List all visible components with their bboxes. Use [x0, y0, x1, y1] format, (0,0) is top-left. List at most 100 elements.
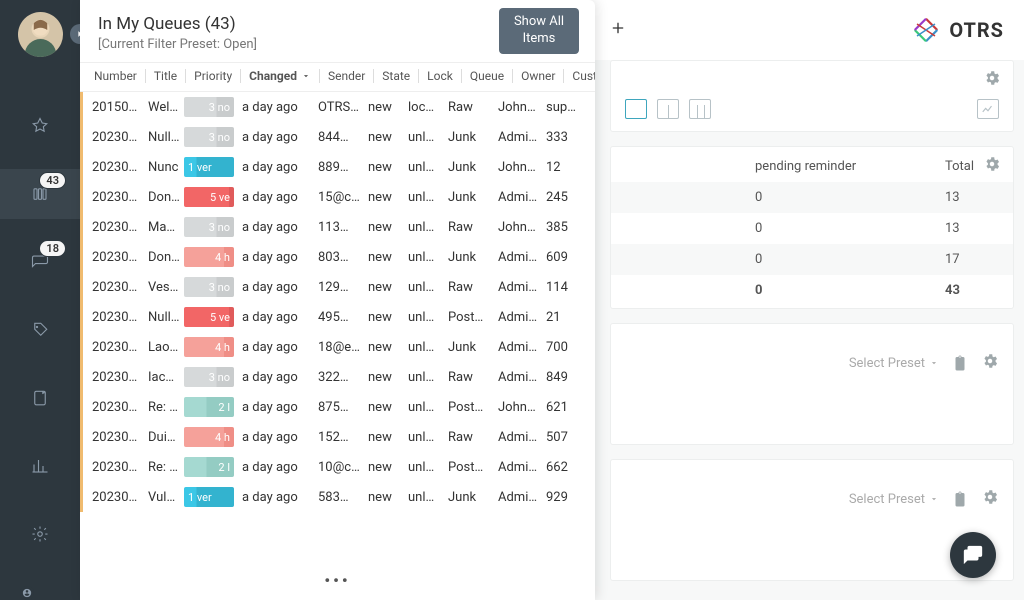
cell-changed: a day ago	[238, 430, 314, 445]
ticket-row[interactable]: 20230… Nullar 5 ve a day ago 495@exa new…	[80, 302, 595, 332]
cell-owner: Admin O	[494, 490, 542, 505]
cell-title: Donec	[144, 250, 184, 265]
cell-title: Duis a	[144, 430, 184, 445]
ticket-row[interactable]: 20230… Vulpu 1 ver a day ago 583@slo new…	[80, 482, 595, 512]
ticket-row[interactable]: 20230… Re: Co 2 l a day ago 875@slo new …	[80, 392, 595, 422]
cell-priority: 2 l	[184, 457, 234, 477]
ticket-row[interactable]: 20150… Welco 3 no a day ago OTRS Fe new …	[80, 92, 595, 122]
cell-sender: 15@com	[314, 190, 364, 205]
nav-watched[interactable]: 18	[0, 237, 80, 287]
cell-sender: 844@fas	[314, 130, 364, 145]
col-priority[interactable]: Priority	[186, 69, 241, 83]
gear-icon[interactable]	[983, 69, 1001, 91]
col-number[interactable]: Number	[90, 69, 146, 83]
ticket-row[interactable]: 20230… Nunc 1 ver a day ago 889@slo new …	[80, 152, 595, 182]
cell-state: new	[364, 430, 404, 445]
brand-logo: OTRS	[911, 15, 1004, 45]
gear-icon[interactable]	[983, 155, 1001, 177]
more-icon[interactable]: ⋯	[988, 595, 1010, 600]
clipboard-icon[interactable]	[951, 354, 969, 372]
view-three-col-icon[interactable]	[689, 99, 711, 119]
col-lock[interactable]: Lock	[419, 69, 462, 83]
status-indicator	[20, 586, 34, 600]
cell-priority: 1 ver	[184, 157, 234, 177]
show-all-button[interactable]: Show All Items	[499, 8, 579, 54]
cell-changed: a day ago	[238, 280, 314, 295]
cell-customer: 385	[542, 220, 582, 235]
nav-note[interactable]	[0, 373, 80, 423]
cell-customer: 609	[542, 250, 582, 265]
stats-row[interactable]: 0 43	[611, 275, 1013, 306]
nav-settings[interactable]	[0, 509, 80, 559]
cell-title: Re: Co	[144, 460, 184, 475]
nav-queues[interactable]: 43	[0, 169, 80, 219]
add-icon[interactable]	[610, 20, 626, 40]
cell-number: 20230…	[88, 430, 144, 445]
stats-row[interactable]: 0 13	[611, 182, 1013, 213]
cell-number: 20150…	[88, 100, 144, 115]
view-single-icon[interactable]	[625, 99, 647, 119]
cell-changed: a day ago	[238, 220, 314, 235]
cell-sender: OTRS Fe	[314, 100, 364, 115]
cell-sender: 129@cor	[314, 280, 364, 295]
ticket-row[interactable]: 20230… Laoree 4 h a day ago 18@exar new …	[80, 332, 595, 362]
cell-title: Vulpu	[144, 490, 184, 505]
cell-owner: Admin O	[494, 460, 542, 475]
cell-state: new	[364, 130, 404, 145]
load-more[interactable]: •••	[80, 561, 595, 600]
cell-title: Welco	[144, 100, 184, 115]
cell-owner: Admin O	[494, 190, 542, 205]
col-state[interactable]: State	[374, 69, 419, 83]
cell-state: new	[364, 100, 404, 115]
preset-select[interactable]: Select Preset	[849, 356, 939, 371]
cell-customer: 621	[542, 400, 582, 415]
gear-icon[interactable]	[981, 488, 999, 510]
cell-title: Mauris	[144, 220, 184, 235]
stats-row[interactable]: 0 17	[611, 244, 1013, 275]
ticket-row[interactable]: 20230… Duis a 4 h a day ago 152@cor new …	[80, 422, 595, 452]
nav-chart[interactable]	[0, 441, 80, 491]
ticket-row[interactable]: 20230… Iaculis 3 no a day ago 322@cor ne…	[80, 362, 595, 392]
cell-lock: unl…	[404, 220, 444, 235]
cell-number: 20230…	[88, 400, 144, 415]
cell-owner: Admin O	[494, 370, 542, 385]
preset-card-1: Select Preset	[610, 323, 1014, 445]
cell-customer: 114	[542, 280, 582, 295]
ticket-row[interactable]: 20230… Donec 4 h a day ago 803@slo new u…	[80, 242, 595, 272]
col-changed[interactable]: Changed	[241, 69, 320, 83]
preset-select[interactable]: Select Preset	[849, 492, 939, 507]
ticket-row[interactable]: 20230… Mauris 3 no a day ago 113@exa new…	[80, 212, 595, 242]
cell-queue: Junk	[444, 190, 494, 205]
col-owner[interactable]: Owner	[513, 69, 564, 83]
view-two-col-icon[interactable]	[657, 99, 679, 119]
ticket-row[interactable]: 20230… Nullar 3 no a day ago 844@fas new…	[80, 122, 595, 152]
view-chart-icon[interactable]	[977, 99, 999, 119]
view-switcher-card	[610, 60, 1014, 132]
chevron-down-icon	[929, 358, 939, 368]
col-sender[interactable]: Sender	[320, 69, 374, 83]
cell-queue: Junk	[444, 250, 494, 265]
stats-header-pending: pending reminder	[755, 159, 945, 174]
cell-queue: Raw	[444, 430, 494, 445]
clipboard-icon[interactable]	[951, 490, 969, 508]
cell-sender: 322@cor	[314, 370, 364, 385]
cell-number: 20230…	[88, 340, 144, 355]
col-title[interactable]: Title	[146, 69, 186, 83]
ticket-row[interactable]: 20230… Donec 5 ve a day ago 15@com new u…	[80, 182, 595, 212]
cell-number: 20230…	[88, 310, 144, 325]
cell-queue: Junk	[444, 130, 494, 145]
chat-fab[interactable]	[950, 532, 996, 578]
col-customer[interactable]: Customer	[564, 69, 595, 83]
ticket-row[interactable]: 20230… Vestib 3 no a day ago 129@cor new…	[80, 272, 595, 302]
cell-lock: unl…	[404, 280, 444, 295]
cell-state: new	[364, 220, 404, 235]
gear-icon[interactable]	[981, 352, 999, 374]
sidebar: 43 18	[0, 0, 80, 600]
nav-tag[interactable]	[0, 305, 80, 355]
ticket-row[interactable]: 20230… Re: Co 2 l a day ago 10@com new u…	[80, 452, 595, 482]
nav-rocket[interactable]	[0, 101, 80, 151]
col-queue[interactable]: Queue	[462, 69, 513, 83]
cell-owner: Admin O	[494, 280, 542, 295]
stats-row[interactable]: 0 13	[611, 213, 1013, 244]
avatar[interactable]	[18, 12, 63, 57]
